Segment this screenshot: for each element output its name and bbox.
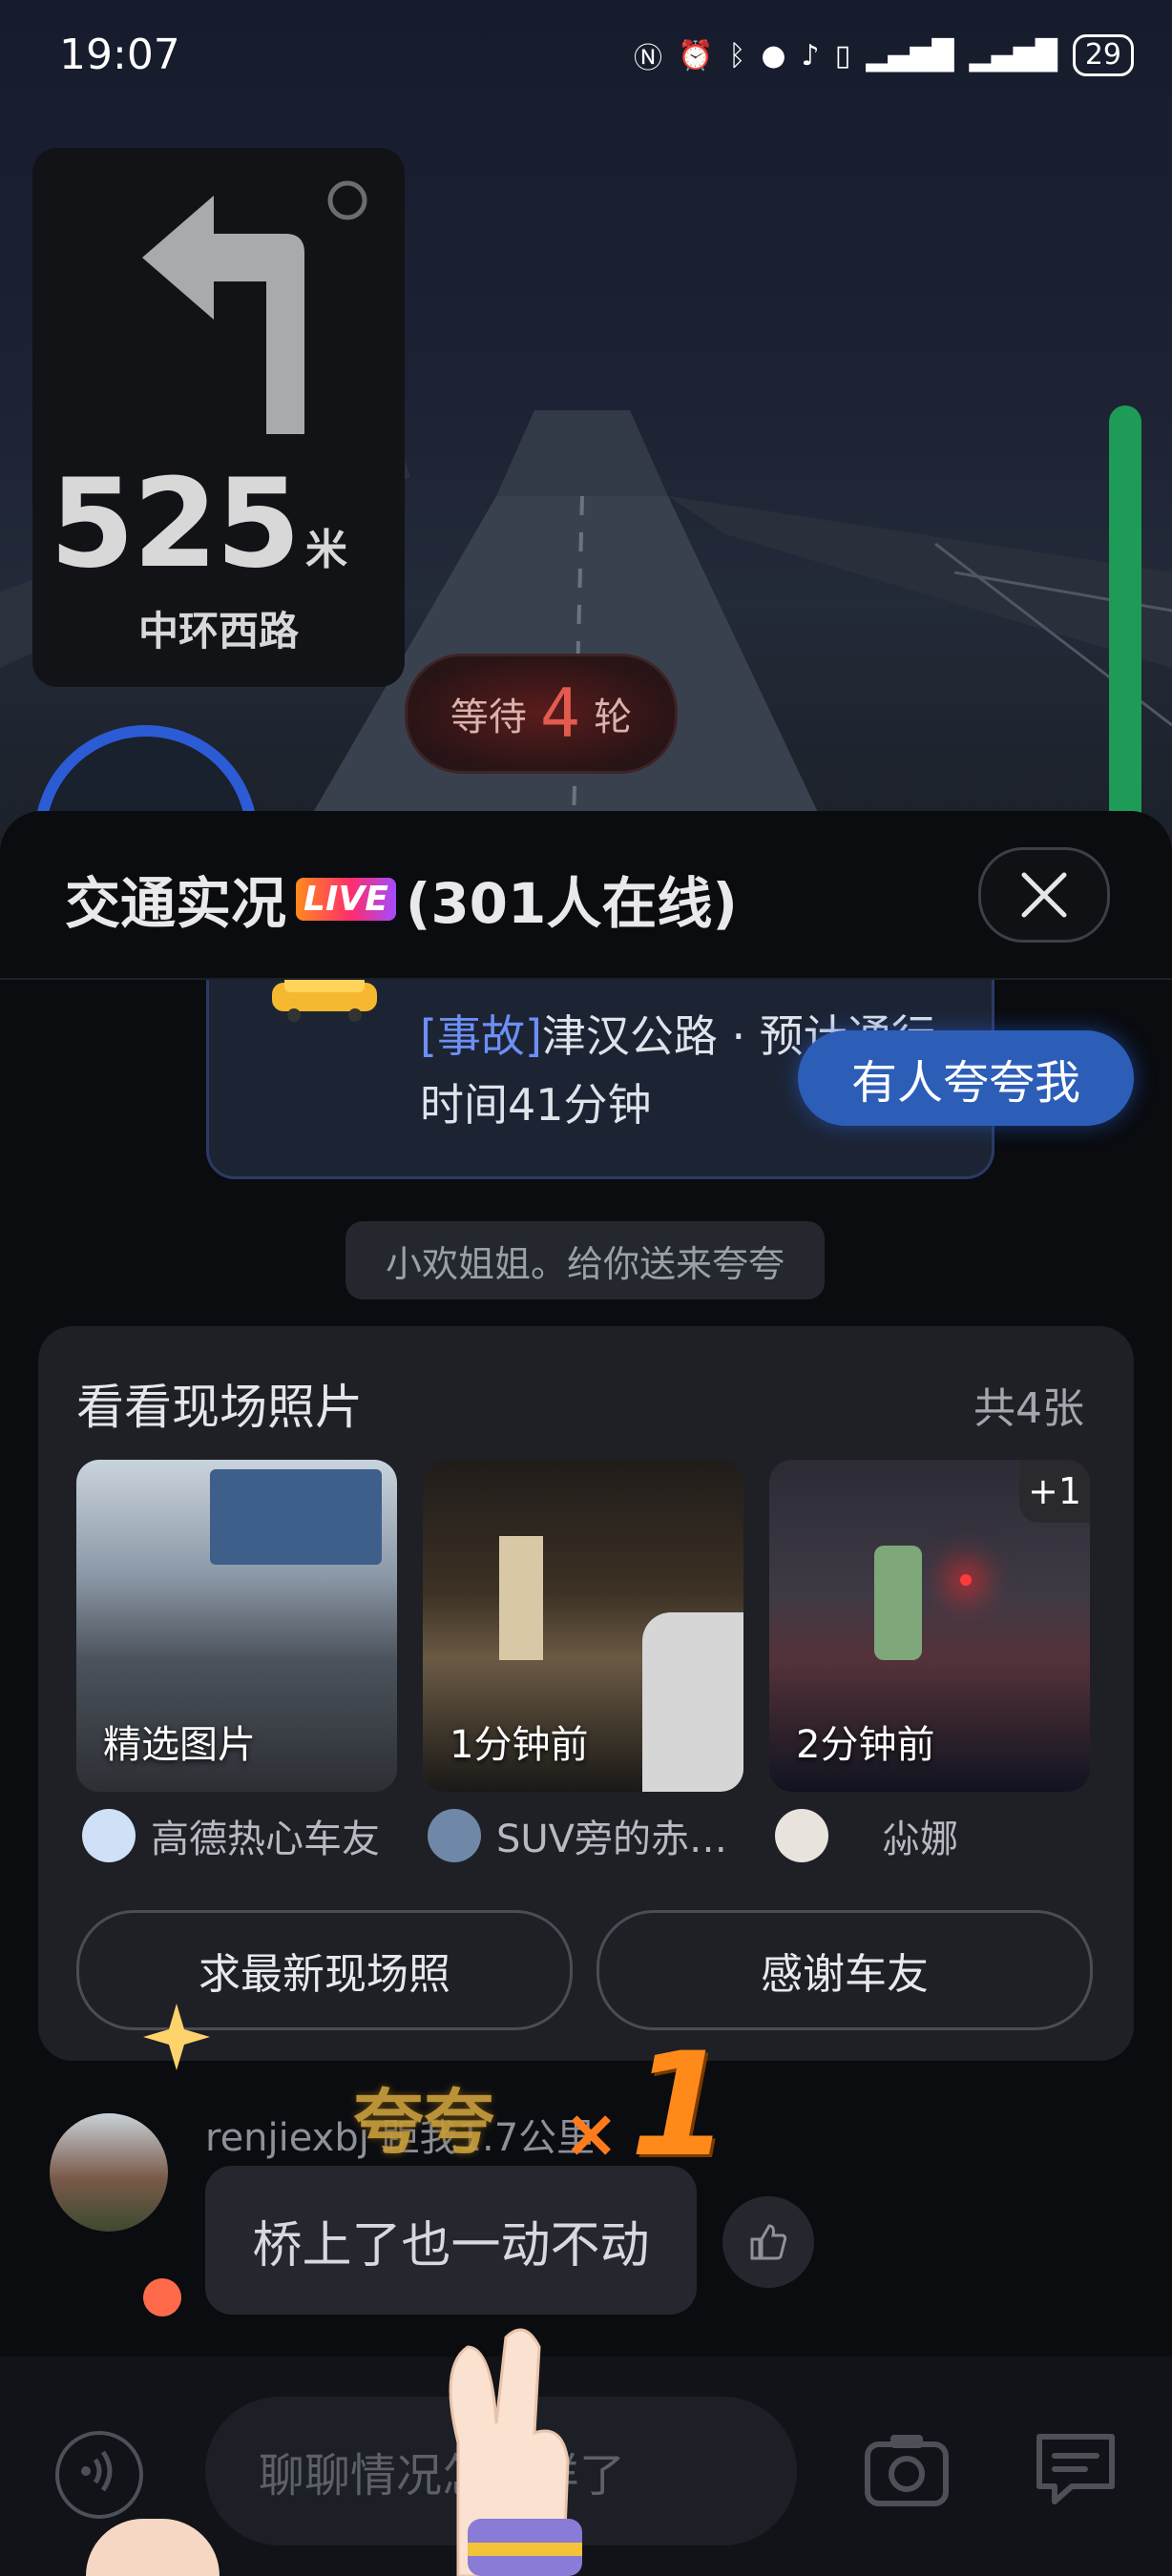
mic-icon: ♪ [801,38,820,73]
gps-icon [327,180,367,220]
wait-suffix: 轮 [594,696,633,739]
turn-distance: 525 [50,453,301,595]
car-icon [272,975,377,1022]
thank-drivers-button[interactable]: 感谢车友 [596,1910,1093,2030]
close-button[interactable] [978,847,1110,943]
close-icon [1021,872,1067,918]
comment-bubble[interactable]: 桥上了也一动不动 [205,2166,697,2315]
wait-prefix: 等待 [450,696,527,739]
tail-light-graphic [960,1574,972,1586]
like-button[interactable] [722,2196,814,2288]
car-graphic [642,1612,743,1792]
praise-overlay-text: 夸夸 [353,2082,494,2164]
avatar [775,1809,828,1862]
photo-label: 1分钟前 [450,1723,589,1767]
scene-photo[interactable]: 1分钟前 [423,1460,743,1792]
avatar [82,1809,136,1862]
avatar [428,1809,481,1862]
scene-photo[interactable]: +1 2分钟前 [769,1460,1090,1792]
uploader-name: 高德热心车友 [151,1818,380,1861]
nfc-icon: Ⓝ [634,42,662,75]
message-icon[interactable] [1034,2431,1118,2507]
scene-photos-count[interactable]: 共4张 [973,1374,1084,1435]
status-icons: Ⓝ ⏰ ᛒ ● ♪ ▯ ▂▄▆█ ▂▄▆█ 29 [634,34,1134,76]
hand-sticker-icon [449,2328,582,2576]
system-praise-message: 小欢姐姐。给你送来夸夸 [345,1221,825,1299]
praise-multiplier: × [563,2094,619,2172]
alarm-icon: ⏰ [678,38,714,73]
scene-photos-title: 看看现场照片 [76,1380,363,1435]
thumbs-up-icon [750,2224,787,2260]
photo-label: 精选图片 [103,1723,256,1767]
photo-uploader[interactable]: 尛娜 [775,1808,958,1863]
battery-indicator: 29 [1072,34,1134,76]
location-icon: ● [761,38,786,73]
traffic-light-wait-pill: 等待 4 轮 [405,654,678,774]
sparkle-icon [143,2004,210,2070]
route-progress-bar [1109,405,1141,835]
photo-uploader[interactable]: SUV旁的赤… [428,1808,727,1863]
praise-count: 1 [630,2023,730,2189]
roadside-sign-graphic [499,1536,543,1660]
uploader-name: SUV旁的赤… [496,1818,728,1861]
signal-4g-icon: ▂▄▆█ [866,38,954,73]
uploader-name: 尛娜 [882,1818,958,1861]
voice-wave-icon [81,2450,113,2492]
status-time: 19:07 [59,31,180,79]
wait-count: 4 [539,675,581,753]
live-badge: LIVE [296,877,396,921]
turn-distance-unit: 米 [305,526,347,574]
photo-uploader[interactable]: 高德热心车友 [82,1808,380,1863]
commenter-avatar[interactable] [50,2113,168,2232]
vibrate-icon: ▯ [834,38,851,73]
officer-graphic [874,1546,922,1660]
online-count: (301人在线) [405,871,738,936]
photo-label: 2分钟前 [796,1723,935,1767]
voice-button[interactable] [55,2431,143,2519]
more-photos-badge[interactable]: +1 [1019,1460,1090,1523]
signal-4g-icon: ▂▄▆█ [969,38,1057,73]
praise-me-bubble[interactable]: 有人夸夸我 [798,1030,1134,1126]
road-sign-graphic [210,1469,382,1565]
bluetooth-icon: ᛒ [728,38,746,73]
scene-photo[interactable]: 精选图片 [76,1460,397,1792]
turn-road-name: 中环西路 [137,608,299,654]
turn-left-arrow-icon [142,180,367,434]
camera-icon[interactable] [864,2431,950,2507]
sheet-title-text: 交通实况 [65,871,287,936]
accident-tag: [事故] [420,1010,542,1062]
online-dot [143,2278,181,2316]
sheet-title: 交通实况 LIVE (301人在线) [65,859,738,939]
